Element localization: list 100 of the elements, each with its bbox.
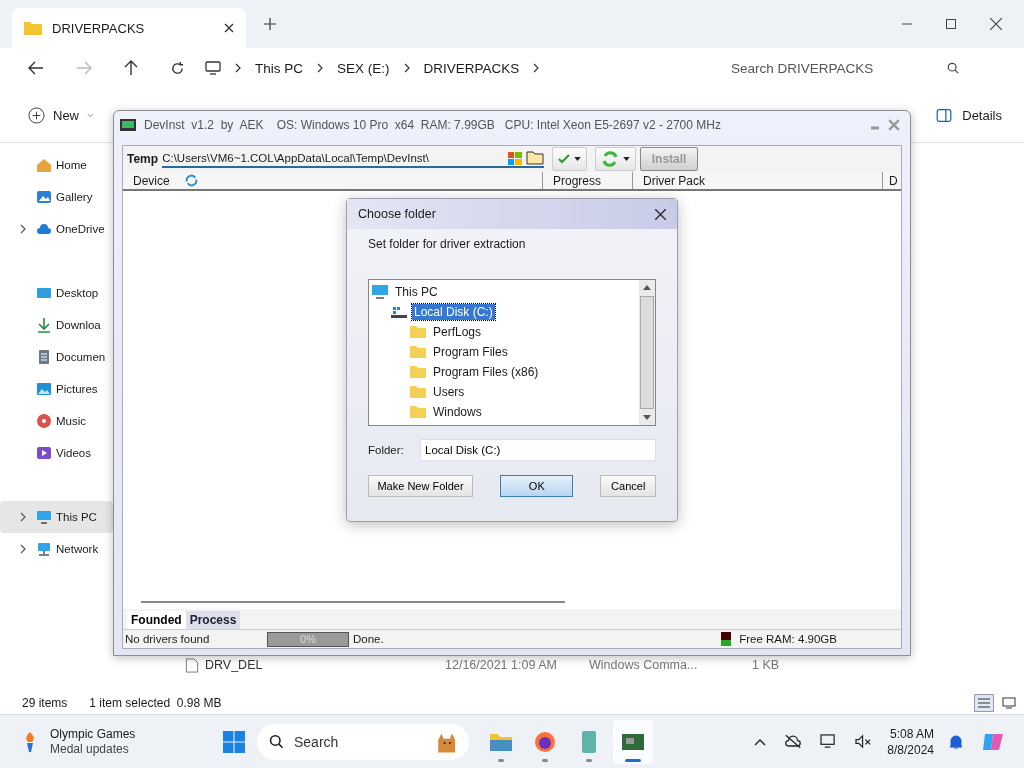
scroll-down-icon[interactable]: [643, 415, 651, 420]
dialog-title: Choose folder: [358, 207, 436, 221]
scroll-up-icon[interactable]: [643, 285, 651, 290]
sidebar-item[interactable]: OneDrive: [0, 213, 113, 245]
close-icon[interactable]: [990, 18, 1002, 30]
gallery-icon: [36, 189, 52, 205]
list-view-icon[interactable]: [974, 694, 994, 712]
search-field[interactable]: Search: [291, 732, 426, 751]
breadcrumb-item[interactable]: DRIVERPACKS: [423, 60, 520, 76]
network-icon[interactable]: [820, 734, 838, 749]
download-icon: [36, 317, 52, 333]
tree-item[interactable]: Windows: [431, 404, 484, 420]
tree-item[interactable]: Users: [431, 384, 467, 400]
cloud-icon: [36, 221, 52, 237]
maximize-icon[interactable]: [946, 19, 956, 29]
close-icon[interactable]: [655, 208, 666, 220]
scrollbar[interactable]: [639, 280, 655, 425]
clock-time[interactable]: 5:08 AM: [890, 725, 934, 742]
breadcrumb-item[interactable]: This PC: [255, 60, 303, 76]
file-name: DRV_DEL: [205, 658, 264, 672]
tree-item[interactable]: This PC: [393, 284, 440, 300]
news-widget[interactable]: Olympic Games Medal updates: [22, 726, 136, 757]
refresh-icon[interactable]: [170, 60, 185, 76]
tree-item[interactable]: Program Files (x86): [431, 364, 541, 380]
pc-icon: [36, 509, 52, 525]
column-header[interactable]: D: [883, 172, 901, 189]
item-count: 29 items: [22, 696, 68, 710]
sidebar-item[interactable]: Music: [0, 405, 113, 437]
tree-item[interactable]: Local Disk (C:): [412, 304, 495, 320]
new-tab-icon[interactable]: [264, 18, 276, 30]
sidebar-item[interactable]: Documen: [0, 341, 113, 373]
monitor-icon: [205, 61, 221, 75]
sidebar-item[interactable]: Network: [0, 533, 113, 565]
folder-label: Folder:: [368, 444, 405, 456]
up-arrow-icon[interactable]: [124, 60, 138, 76]
circuit-board-icon: [621, 731, 646, 752]
tiles-view-icon[interactable]: [1000, 695, 1018, 711]
chevron-up-icon[interactable]: [754, 737, 767, 746]
dialog-button[interactable]: Make New Folder: [368, 475, 474, 497]
memory-meter-icon: [721, 632, 732, 646]
file-icon: [185, 657, 199, 673]
caret-icon: [574, 157, 582, 161]
search-bar[interactable]: Search: [257, 723, 470, 760]
breadcrumb-item[interactable]: SEX (E:): [337, 60, 390, 76]
tree-item[interactable]: PerfLogs: [431, 324, 484, 340]
tree-item[interactable]: Program Files: [431, 344, 510, 360]
status-state: Done.: [353, 633, 384, 645]
caret-icon: [623, 157, 631, 161]
selection-info: 1 item selected 0.98 MB: [89, 696, 222, 710]
pc-icon: [371, 285, 389, 299]
news-title: Olympic Games: [50, 726, 136, 742]
sidebar-item[interactable]: Desktop: [0, 277, 113, 309]
chevron-right-icon[interactable]: [533, 63, 540, 73]
monitor-icon: [120, 119, 136, 131]
sidebar-item[interactable]: Pictures: [0, 373, 113, 405]
sidebar-item[interactable]: Downloa: [0, 309, 113, 341]
sidebar-item[interactable]: Videos: [0, 437, 113, 469]
clock-date[interactable]: 8/8/2024: [887, 741, 934, 758]
status-message: No drivers found: [125, 633, 211, 645]
chevron-right-icon[interactable]: [20, 512, 26, 522]
details-button[interactable]: Details: [936, 107, 1002, 123]
speaker-muted-icon[interactable]: [855, 734, 873, 749]
window-title: DevInst v1.2 by AEK OS: Windows 10 Pro x64 RAM: 7.99GB CPU: Intel Xeon E5-2697 v2 - 2700 MHz: [144, 118, 721, 132]
cloud-off-icon[interactable]: [784, 734, 803, 749]
folder-icon: [409, 385, 427, 399]
bell-icon[interactable]: [949, 733, 963, 750]
back-arrow-icon[interactable]: [28, 61, 44, 75]
windows-flag-icon[interactable]: [507, 150, 524, 166]
dialog-button[interactable]: Cancel: [600, 475, 656, 497]
explorer-tab[interactable]: DRIVERPACKS: [12, 8, 246, 48]
new-button[interactable]: New: [28, 106, 94, 124]
taskbar-app[interactable]: [613, 719, 654, 764]
tab-title: DRIVERPACKS: [52, 20, 146, 36]
column-header[interactable]: Device: [123, 172, 543, 189]
progress-reading: 0%: [300, 633, 316, 645]
search-field[interactable]: Search DRIVERPACKS: [729, 59, 947, 77]
column-header[interactable]: Driver Pack: [633, 172, 883, 189]
folder-icon: [24, 21, 42, 35]
windows-logo-icon[interactable]: [223, 730, 246, 753]
sort-arrows-icon[interactable]: [183, 173, 199, 188]
search-icon: [947, 62, 959, 74]
column-header[interactable]: Progress: [543, 172, 633, 189]
file-size: 1 KB: [752, 658, 780, 672]
check-dropdown-button[interactable]: [552, 147, 588, 171]
desktop-icon: [36, 285, 52, 301]
sidebar-item[interactable]: Home: [0, 149, 113, 181]
tab[interactable]: Founded: [127, 611, 186, 629]
close-icon[interactable]: [224, 23, 234, 33]
dialog-button[interactable]: OK: [500, 475, 574, 497]
sidebar-item[interactable]: Gallery: [0, 181, 113, 213]
folder-icon[interactable]: [526, 151, 545, 165]
sidebar-item[interactable]: This PC: [0, 501, 113, 533]
documents-icon: [36, 349, 52, 365]
tab[interactable]: Process: [185, 611, 241, 629]
folder-field[interactable]: Local Disk (C:): [420, 439, 656, 461]
chevron-right-icon[interactable]: [20, 224, 26, 234]
plus-circle-icon: [28, 106, 45, 124]
temp-path-field[interactable]: C:\Users\VM6~1.COL\AppData\Local\Temp\DevInst\: [162, 150, 545, 168]
file-type: Windows Comma...: [589, 658, 699, 672]
chevron-right-icon[interactable]: [20, 544, 26, 554]
